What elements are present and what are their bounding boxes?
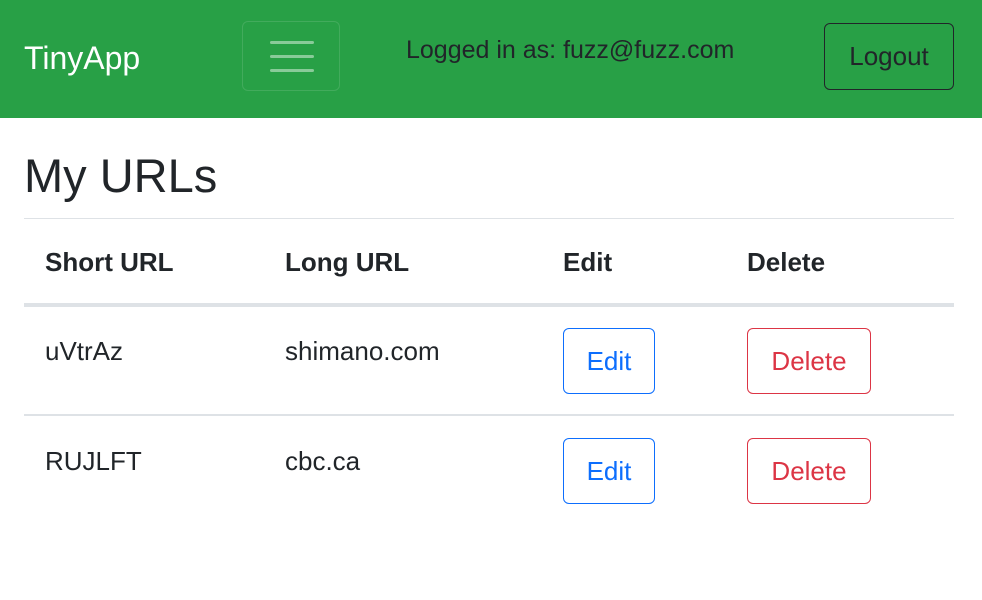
top-navbar: TinyApp Logged in as: fuzz@fuzz.com Logo… xyxy=(0,0,982,118)
brand-link[interactable]: TinyApp xyxy=(24,38,140,78)
column-header-long-url: Long URL xyxy=(285,247,410,277)
short-url-cell: RUJLFT xyxy=(45,446,142,476)
long-url-cell: shimano.com xyxy=(285,336,440,366)
logout-button[interactable]: Logout xyxy=(824,23,954,90)
delete-button[interactable]: Delete xyxy=(747,328,871,394)
column-header-edit: Edit xyxy=(563,247,613,277)
table-row: RUJLFT cbc.ca Edit Delete xyxy=(24,417,954,527)
column-header-short-url: Short URL xyxy=(45,247,174,277)
logged-in-status: Logged in as: fuzz@fuzz.com xyxy=(406,36,735,64)
table-row: uVtrAz shimano.com Edit Delete xyxy=(24,307,954,417)
page-title: My URLs xyxy=(24,149,218,202)
table-row-divider xyxy=(24,414,954,416)
short-url-cell: uVtrAz xyxy=(45,336,124,366)
edit-button[interactable]: Edit xyxy=(563,438,655,504)
edit-button[interactable]: Edit xyxy=(563,328,655,394)
menu-toggle-button[interactable] xyxy=(242,21,340,91)
delete-button[interactable]: Delete xyxy=(747,438,871,504)
long-url-cell: cbc.ca xyxy=(285,446,361,476)
table-top-border xyxy=(24,218,954,219)
column-header-delete: Delete xyxy=(747,247,826,277)
